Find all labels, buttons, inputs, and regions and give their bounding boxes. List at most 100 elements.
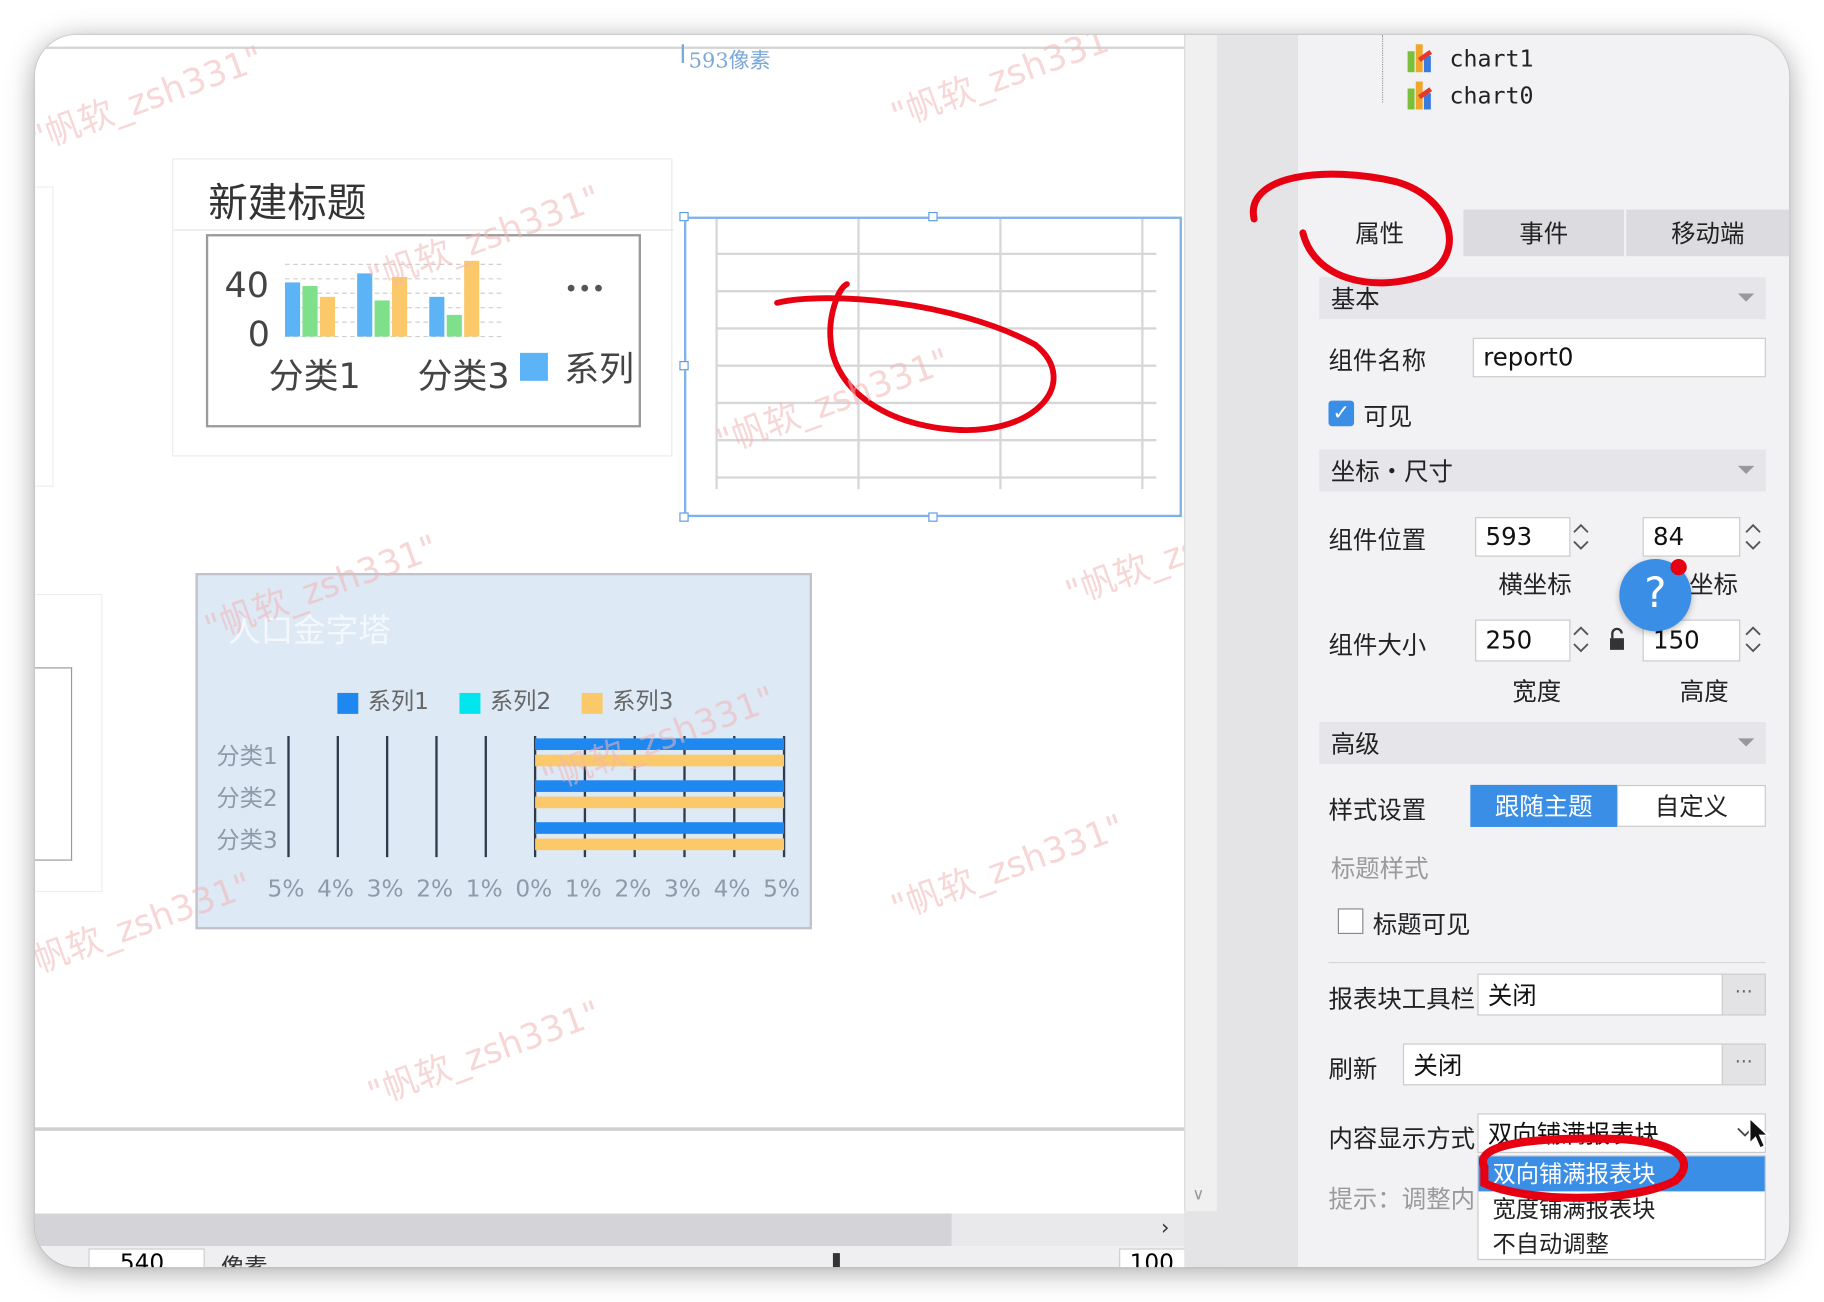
y-input[interactable]: 84 bbox=[1642, 517, 1741, 557]
tree-item-label: chart1 bbox=[1449, 44, 1534, 73]
dropdown-option[interactable]: 宽度铺满报表块 bbox=[1479, 1191, 1765, 1226]
chevron-down-icon bbox=[1737, 738, 1755, 747]
scroll-right-icon[interactable]: › bbox=[1161, 1216, 1169, 1240]
resize-handle[interactable] bbox=[679, 211, 689, 222]
scrollbar-thumb[interactable] bbox=[34, 1213, 952, 1247]
section-label: 高级 bbox=[1330, 730, 1380, 759]
coord-field[interactable]: 540 bbox=[88, 1248, 205, 1268]
divider bbox=[1328, 961, 1766, 964]
partial-widget-2 bbox=[34, 593, 103, 893]
y-stepper[interactable] bbox=[1740, 517, 1766, 557]
partial-inner bbox=[34, 667, 73, 861]
refresh-field[interactable]: 关闭 bbox=[1402, 1043, 1725, 1086]
tab-properties[interactable]: 属性 bbox=[1298, 209, 1462, 257]
toolbar-ellipsis-button[interactable]: ··· bbox=[1721, 973, 1766, 1016]
category-label: 分类2 bbox=[216, 785, 277, 812]
x-stepper[interactable] bbox=[1568, 517, 1594, 557]
component-name-input[interactable]: report0 bbox=[1472, 337, 1766, 378]
vertical-scrollbar[interactable]: ∨ bbox=[1184, 34, 1217, 1212]
mouse-cursor-icon bbox=[1747, 1115, 1771, 1156]
dropdown-option[interactable]: 不自动调整 bbox=[1479, 1226, 1765, 1261]
style-follow-theme-button[interactable]: 跟随主题 bbox=[1470, 784, 1617, 827]
bar bbox=[319, 296, 336, 337]
property-panel: chart1 chart0 属性 事件 移动端 基本 组件名称 report0 … bbox=[1298, 34, 1790, 1268]
resize-handle[interactable] bbox=[679, 512, 689, 522]
tree-item-chart1[interactable]: chart1 bbox=[1407, 42, 1534, 75]
zoom-field[interactable]: 100 bbox=[1119, 1248, 1187, 1268]
section-advanced[interactable]: 高级 bbox=[1319, 722, 1766, 764]
y-caption: 坐标 bbox=[1689, 570, 1738, 599]
partial-widget bbox=[34, 186, 54, 487]
display-label: 内容显示方式 bbox=[1328, 1125, 1476, 1153]
bar bbox=[302, 286, 318, 337]
section-coords[interactable]: 坐标・尺寸 bbox=[1319, 449, 1766, 492]
app-window: 593像素 新建标题 40 0 分类1 分类3 系列 ••• 人口金字塔 系列1… bbox=[34, 34, 1790, 1268]
resize-handle[interactable] bbox=[679, 361, 689, 371]
width-input[interactable]: 250 bbox=[1475, 619, 1571, 662]
title-visible-checkbox[interactable] bbox=[1337, 908, 1364, 935]
tab-mobile[interactable]: 移动端 bbox=[1626, 209, 1790, 257]
bar bbox=[446, 314, 462, 337]
notification-dot bbox=[1670, 559, 1687, 576]
legend-label: 系列 bbox=[564, 350, 634, 390]
watermark-text: "帆软_zsh331" bbox=[885, 806, 1130, 929]
width-stepper[interactable] bbox=[1568, 620, 1594, 660]
chart-icon bbox=[1407, 44, 1434, 73]
toolbar-field[interactable]: 关闭 bbox=[1477, 973, 1725, 1016]
x-tick-label: 2% bbox=[416, 876, 453, 903]
horizontal-scrollbar[interactable]: › bbox=[34, 1213, 1217, 1247]
height-stepper[interactable] bbox=[1740, 620, 1766, 660]
refresh-ellipsis-button[interactable]: ··· bbox=[1721, 1043, 1766, 1086]
pyramid-svg: 分类1 分类2 分类3 5% 4% 3% 2% 1% 0% 1% 2% 3% 4% 5% bbox=[216, 736, 800, 903]
visible-checkbox[interactable]: ✓ bbox=[1328, 400, 1355, 427]
toolbar-label: 报表块工具栏 bbox=[1328, 985, 1476, 1014]
y-tick-label: 0 bbox=[248, 315, 270, 355]
status-bar: 540 像素 100 % bbox=[34, 1246, 1217, 1268]
bar bbox=[429, 296, 445, 337]
category-label: 分类1 bbox=[216, 743, 277, 770]
name-label: 组件名称 bbox=[1328, 347, 1427, 376]
dropdown-option[interactable]: 双向铺满报表块 bbox=[1478, 1156, 1765, 1192]
section-label: 基本 bbox=[1330, 285, 1380, 314]
chevron-down-icon bbox=[1737, 465, 1755, 474]
pyramid-chart-widget[interactable]: 人口金字塔 系列1 系列2 系列3 分类1 分类2 分类3 5% 4% 3% 2% 1% 0% 1… bbox=[195, 572, 812, 930]
section-basic[interactable]: 基本 bbox=[1319, 277, 1766, 320]
display-mode-select[interactable]: 双向铺满报表块 bbox=[1477, 1113, 1766, 1153]
tab-events[interactable]: 事件 bbox=[1463, 209, 1624, 257]
style-custom-button[interactable]: 自定义 bbox=[1616, 784, 1766, 827]
x-tick-label: 2% bbox=[614, 876, 651, 903]
resize-handle[interactable] bbox=[928, 211, 938, 222]
x-tick-label: 1% bbox=[565, 876, 602, 903]
design-canvas[interactable]: 593像素 新建标题 40 0 分类1 分类3 系列 ••• 人口金字塔 系列1… bbox=[34, 34, 1304, 1268]
lock-icon[interactable] bbox=[1608, 627, 1627, 653]
x-tick-label: 0% bbox=[515, 876, 552, 903]
tree-item-chart0[interactable]: chart0 bbox=[1407, 79, 1534, 112]
watermark-text: "帆软_zsh331" bbox=[34, 38, 269, 161]
category-label: 分类3 bbox=[216, 827, 277, 854]
watermark-text: "帆软_zsh331" bbox=[885, 34, 1130, 138]
unit-label: 像素 bbox=[221, 1253, 268, 1268]
zoom-slider-thumb[interactable] bbox=[832, 1253, 840, 1268]
size-label: 组件大小 bbox=[1328, 631, 1427, 660]
tree-line bbox=[1382, 34, 1384, 103]
bar bbox=[535, 838, 785, 851]
bar bbox=[464, 260, 480, 337]
x-tick-label: 分类3 bbox=[418, 357, 510, 397]
refresh-label: 刷新 bbox=[1328, 1055, 1378, 1084]
ruler-marker bbox=[681, 44, 685, 63]
panel-gutter: ∨ bbox=[1184, 34, 1299, 1268]
section-label: 坐标・尺寸 bbox=[1330, 457, 1453, 486]
x-tick-label: 3% bbox=[664, 876, 701, 903]
scroll-down-icon[interactable]: ∨ bbox=[1192, 1186, 1204, 1205]
visible-label: 可见 bbox=[1363, 402, 1413, 431]
more-icon: ••• bbox=[564, 276, 605, 303]
x-input[interactable]: 593 bbox=[1475, 517, 1571, 557]
position-label: 组件位置 bbox=[1328, 526, 1427, 555]
x-tick-label: 3% bbox=[367, 876, 404, 903]
resize-handle[interactable] bbox=[928, 512, 938, 522]
x-tick-label: 4% bbox=[714, 876, 751, 903]
x-caption: 横坐标 bbox=[1498, 570, 1572, 599]
widget-title: 新建标题 bbox=[208, 180, 367, 228]
x-tick-label: 4% bbox=[317, 876, 354, 903]
canvas-bottom-line bbox=[34, 1127, 1185, 1131]
